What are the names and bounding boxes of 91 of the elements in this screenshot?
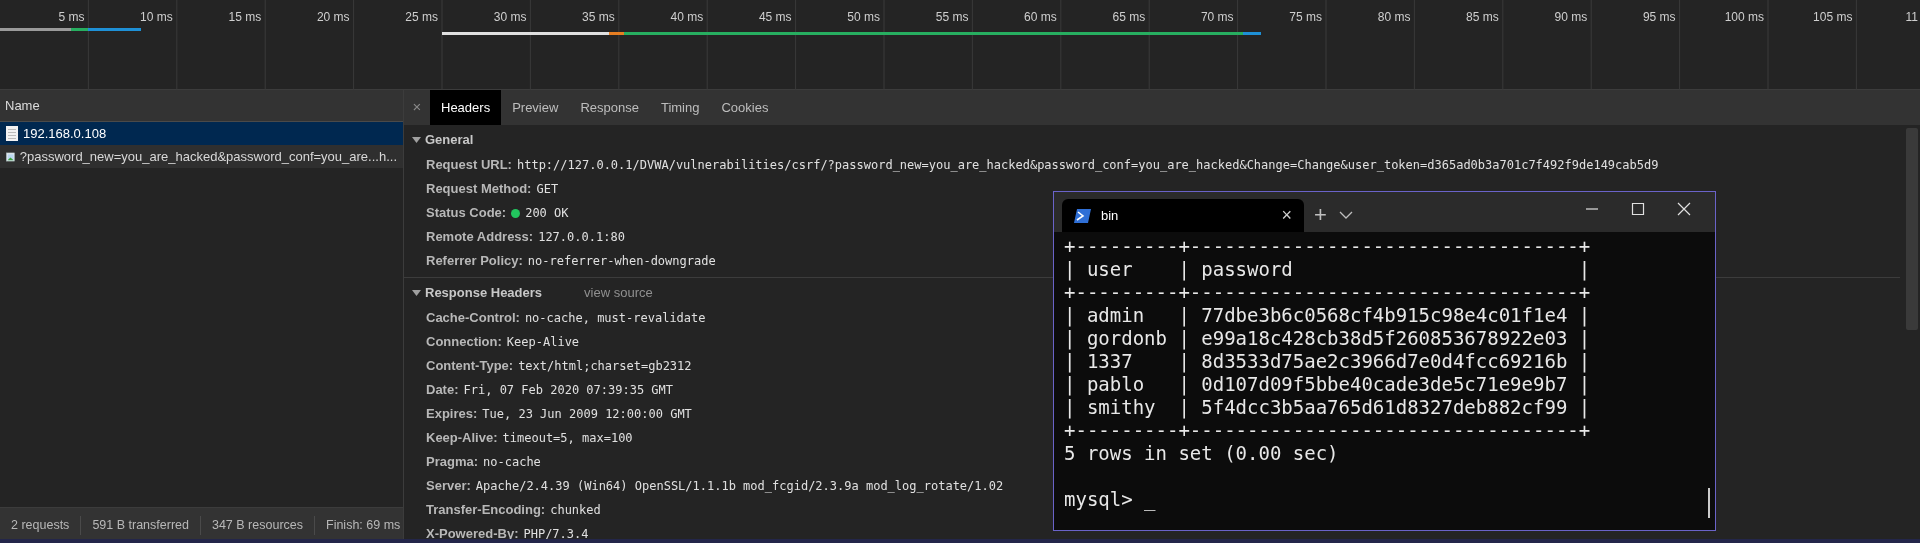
header-name: Request Method: [426,180,532,199]
header-name: Pragma: [426,453,479,472]
terminal-line: 5 rows in set (0.00 sec) [1064,442,1339,464]
tick-label: 65 ms [1112,10,1146,24]
status-text: 347 B resources [200,516,315,535]
terminal-line: +---------+----------------------------------+ [1064,235,1591,257]
tick-label: 85 ms [1466,10,1499,24]
terminal-tab[interactable]: bin × [1062,199,1304,232]
header-value: text/html;charset=gb2312 [518,358,692,375]
header-name: Remote Address: [426,228,534,247]
tick-label: 100 ms [1724,10,1764,24]
tick-label: 25 ms [405,10,438,24]
tab[interactable]: Cookies [710,90,780,125]
header-name: Content-Type: [426,357,514,376]
terminal-prompt[interactable]: mysql> _ [1064,488,1156,510]
chevron-down-icon[interactable] [1338,211,1353,219]
terminal-line: | gordonb | e99a18c428cb38d5f260853678922e03 | [1064,327,1591,349]
status-text: 2 requests [0,516,82,535]
column-header[interactable]: Name [5,95,40,116]
header-value: chunked [550,502,601,519]
tick-label: 80 ms [1377,10,1411,24]
tick-label: 30 ms [493,10,527,24]
header-value: Keep-Alive [506,334,580,351]
tick-label: 50 ms [847,10,880,24]
tick-label: 45 ms [758,10,792,24]
status-text: 591 B transferred [81,516,201,535]
new-tab-button[interactable]: + [1314,204,1327,226]
disclosure-triangle-icon[interactable] [412,289,421,297]
header-name: X-Powered-By: [426,525,519,543]
header-value: 200 OK [525,205,569,222]
header-value: no-cache [483,454,541,471]
header-value: 127.0.0.1:80 [538,229,625,246]
close-icon[interactable] [1677,202,1691,216]
section-title[interactable]: General [425,130,474,150]
tick-label: 105 ms [1813,10,1853,24]
header-name: Connection: [426,333,502,352]
tab[interactable]: Response [569,90,650,125]
header-value: timeout=5, max=100 [502,430,633,447]
header-name: Date: [426,381,459,400]
tick-label: 90 ms [1554,10,1588,24]
tick-label: 40 ms [670,10,704,24]
tab-title: bin [1101,206,1120,225]
tick-label: 11 [1905,10,1918,24]
terminal-line: | user | password | [1064,258,1591,280]
header-value: http://127.0.0.1/DVWA/vulnerabilities/csrf/?password_new=you_are_hacked&password_conf=you_are_hacked&Change=Change&user_token=d365ad0b3a701c7f492f9de149cab5d9 [516,157,1659,174]
tab[interactable]: Preview [501,90,570,125]
view-source-link[interactable]: view source [584,283,653,303]
tick-label: 75 ms [1289,10,1322,24]
tick-label: 55 ms [935,10,969,24]
terminal-line: | 1337 | 8d3533d75ae2c3966d7e0d4fcc69216b | [1064,350,1591,372]
header-name: Transfer-Encoding: [426,501,546,520]
status-text: Finish: 69 ms [325,517,402,535]
header-value: PHP/7.3.4 [523,526,589,543]
request-row[interactable]: ?password_new=you_are_hacked&password_conf=you_are...h... [0,145,403,168]
tick-label: 95 ms [1642,10,1676,24]
tick-label: 15 ms [228,10,262,24]
close-button[interactable]: × [1281,202,1292,229]
header-name: Referrer Policy: [426,252,523,271]
header-name: Status Code: [426,204,507,223]
header-name: Server: [426,477,471,496]
tick-label: 5 ms [58,10,85,24]
terminal-line: | admin | 77dbe3b6c0568cf4b915c98e4c01f1e4 | [1064,304,1591,326]
header-value: Tue, 23 Jun 2009 12:00:00 GMT [482,406,692,423]
header-name: Request URL: [426,156,512,175]
header-value: GET [536,181,559,198]
header-value: no-referrer-when-downgrade [527,253,716,270]
powershell-icon [1074,208,1091,223]
tab[interactable]: Headers [430,90,502,125]
terminal-line: +---------+----------------------------------+ [1064,281,1591,303]
header-value: Fri, 07 Feb 2020 07:39:35 GMT [463,382,674,399]
terminal-line: | smithy | 5f4dcc3b5aa765d61d8327deb882cf99 | [1064,396,1591,418]
request-row[interactable]: 192.168.0.108 [0,122,403,145]
scrollbar[interactable] [1708,488,1710,518]
document-icon [6,126,18,141]
section-title[interactable]: Response Headers [425,283,543,303]
tick-label: 70 ms [1200,10,1234,24]
tab[interactable]: Timing [649,90,711,125]
disclosure-triangle-icon[interactable] [412,136,421,144]
tick-label: 35 ms [582,10,615,24]
maximize-icon[interactable] [1631,202,1645,216]
header-value: Apache/2.4.39 (Win64) OpenSSL/1.1.1b mod_fcgid/2.3.9a mod_log_rotate/1.02 [475,478,1004,495]
header-name: Cache-Control: [426,309,520,328]
header-name: Expires: [426,405,478,424]
tick-label: 20 ms [316,10,350,24]
tick-label: 60 ms [1024,10,1057,24]
close-button[interactable]: × [404,90,430,125]
tick-label: 10 ms [140,10,173,24]
terminal-line: | pablo | 0d107d09f5bbe40cade3de5c71e9e9b7 | [1064,373,1591,395]
terminal-line: +---------+----------------------------------+ [1064,419,1591,441]
header-value: no-cache, must-revalidate [524,310,706,327]
header-name: Keep-Alive: [426,429,498,448]
